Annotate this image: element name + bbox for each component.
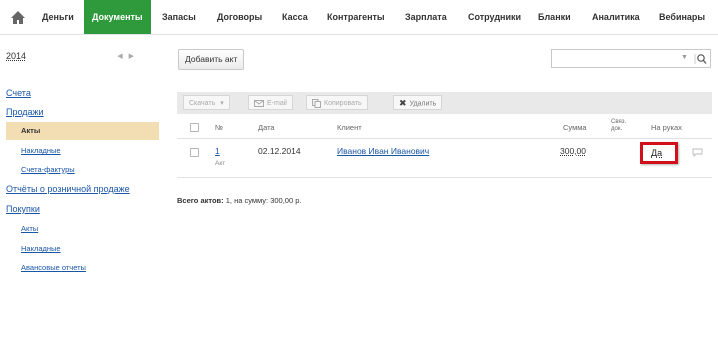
nav-analytics[interactable]: Аналитика xyxy=(592,0,640,34)
nav-contracts[interactable]: Договоры xyxy=(217,0,262,34)
copy-button[interactable]: Копировать xyxy=(306,95,368,110)
nav-salary[interactable]: Зарплата xyxy=(405,0,447,34)
on-hand-value[interactable]: Да xyxy=(651,148,662,158)
sidebar-sales-tax-invoices[interactable]: Счета-фактуры xyxy=(21,165,75,174)
home-icon[interactable] xyxy=(8,8,28,28)
header-linked-docs: Связ. док. xyxy=(611,119,627,132)
delete-label: Удалить xyxy=(409,100,437,108)
nav-documents[interactable]: Документы xyxy=(84,0,151,34)
sidebar-sales[interactable]: Продажи xyxy=(6,107,44,117)
select-all-checkbox[interactable] xyxy=(190,123,199,132)
header-on-hand[interactable]: На руках xyxy=(651,123,682,132)
nav-stocks[interactable]: Запасы xyxy=(162,0,196,34)
copy-icon xyxy=(312,98,321,108)
top-navigation: Деньги Документы Запасы Договоры Касса К… xyxy=(0,0,718,35)
year-selector: 2014 ◀ ▶ xyxy=(6,51,136,65)
sidebar-item-label: Акты xyxy=(21,126,41,135)
envelope-icon xyxy=(254,99,264,107)
acts-summary: Всего актов: 1, на сумму: 300,00 р. xyxy=(177,196,301,205)
sidebar-sales-invoices[interactable]: Накладные xyxy=(21,146,61,155)
act-amount[interactable]: 300,00 xyxy=(560,146,586,156)
delete-button[interactable]: ✖ Удалить xyxy=(393,95,443,110)
chevron-down-icon: ▾ xyxy=(220,100,224,107)
summary-text: 1, на сумму: 300,00 р. xyxy=(225,196,302,205)
search-icon[interactable] xyxy=(694,53,708,65)
year-arrows-icon[interactable]: ◀ ▶ xyxy=(117,52,136,60)
chevron-down-icon[interactable]: ▼ xyxy=(681,54,688,61)
act-type-label: Акт xyxy=(215,160,226,167)
header-number[interactable]: № xyxy=(215,123,223,132)
table-row: 1 Акт 02.12.2014 Иванов Иван Иванович 30… xyxy=(177,139,712,178)
header-amount[interactable]: Сумма xyxy=(563,123,587,132)
act-date: 02.12.2014 xyxy=(258,146,301,156)
sidebar-item-sales-acts[interactable]: Акты xyxy=(6,122,159,140)
header-client[interactable]: Клиент xyxy=(337,123,362,132)
copy-label: Копировать xyxy=(324,100,362,107)
sidebar-purchases-acts[interactable]: Акты xyxy=(21,224,38,233)
on-hand-toggle[interactable]: Да xyxy=(640,142,678,164)
nav-forms[interactable]: Бланки xyxy=(538,0,571,34)
nav-money[interactable]: Деньги xyxy=(42,0,74,34)
sidebar-purchases[interactable]: Покупки xyxy=(6,204,40,214)
email-label: E-mail xyxy=(267,100,287,107)
sidebar-purchases-invoices[interactable]: Накладные xyxy=(21,244,61,253)
row-checkbox[interactable] xyxy=(190,148,199,157)
sidebar-retail-reports[interactable]: Отчёты о розничной продаже xyxy=(6,184,130,194)
comment-icon[interactable] xyxy=(692,148,703,157)
nav-cash[interactable]: Касса xyxy=(282,0,308,34)
table-header: № Дата Клиент Сумма Связ. док. На руках xyxy=(177,118,712,139)
documents-toolbar: Скачать ▾ E-mail Копировать ✖ Удалить xyxy=(177,92,712,114)
download-button[interactable]: Скачать ▾ xyxy=(183,95,230,110)
summary-label: Всего актов: xyxy=(177,196,224,205)
sidebar-advance-reports[interactable]: Авансовые отчеты xyxy=(21,263,86,272)
add-act-button[interactable]: Добавить акт xyxy=(178,49,245,70)
nav-counterparties[interactable]: Контрагенты xyxy=(327,0,385,34)
search-input[interactable] xyxy=(554,52,678,67)
header-date[interactable]: Дата xyxy=(258,123,275,132)
year-label[interactable]: 2014 xyxy=(6,51,26,61)
search-box: ▼ xyxy=(551,49,711,68)
sidebar-accounts[interactable]: Счета xyxy=(6,88,31,98)
act-client-link[interactable]: Иванов Иван Иванович xyxy=(337,146,429,156)
email-button[interactable]: E-mail xyxy=(248,95,293,110)
nav-employees[interactable]: Сотрудники xyxy=(468,0,521,34)
download-label: Скачать xyxy=(189,100,216,107)
nav-webinars[interactable]: Вебинары xyxy=(659,0,705,34)
act-number-link[interactable]: 1 xyxy=(215,146,220,156)
close-icon: ✖ xyxy=(399,98,407,108)
